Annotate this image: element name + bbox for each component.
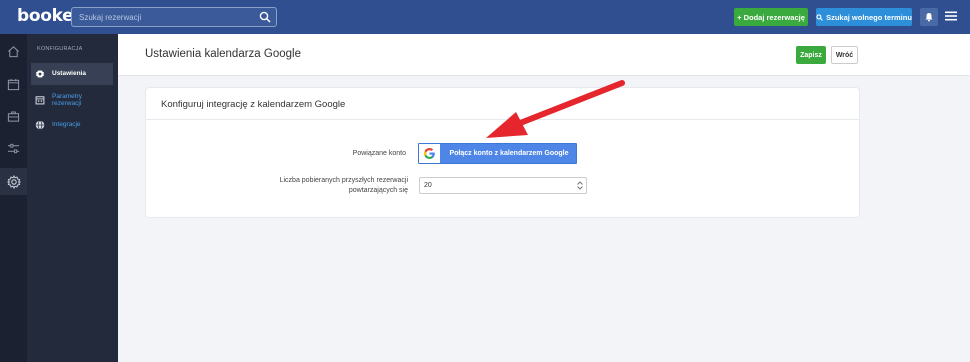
sidebar-item-integracje[interactable]: Integracje bbox=[31, 118, 140, 132]
recurring-count-field[interactable] bbox=[419, 177, 587, 194]
home-icon bbox=[8, 46, 19, 58]
chevron-down-icon[interactable] bbox=[576, 186, 583, 190]
google-logo-box bbox=[419, 144, 440, 163]
linked-account-label: Powiązane konto bbox=[352, 150, 406, 157]
search-input[interactable] bbox=[72, 8, 252, 26]
search-box[interactable] bbox=[71, 7, 277, 27]
sidebar-item-parametry[interactable]: Parametry rezerwacji bbox=[31, 89, 140, 111]
find-slot-button[interactable]: Szukaj wolnego terminu bbox=[816, 8, 912, 26]
rail-settings-sliders[interactable] bbox=[6, 141, 21, 156]
google-integration-card: Konfiguruj integrację z kalendarzem Goog… bbox=[146, 88, 859, 217]
back-button[interactable]: Wróć bbox=[831, 46, 858, 64]
gear-icon bbox=[35, 69, 45, 79]
recurring-count-input[interactable] bbox=[420, 178, 570, 193]
globe-icon bbox=[35, 120, 45, 130]
page-title: Ustawienia kalendarza Google bbox=[145, 48, 301, 60]
sidebar-item-label: Ustawienia bbox=[52, 70, 86, 78]
rail-configuration[interactable] bbox=[0, 168, 27, 195]
sidebar-item-label: Integracje bbox=[52, 121, 81, 129]
sidebar-item-ustawienia[interactable]: Ustawienia bbox=[31, 63, 113, 85]
config-sidebar: KONFIGURACJA Ustawienia Parametry rezerw… bbox=[27, 34, 118, 362]
briefcase-icon bbox=[7, 111, 20, 122]
notifications-button[interactable] bbox=[920, 8, 938, 26]
connect-google-button[interactable]: Połącz konto z kalendarzem Google bbox=[418, 143, 577, 164]
find-slot-label: Szukaj wolnego terminu bbox=[826, 12, 912, 22]
chevron-up-icon[interactable] bbox=[576, 181, 583, 185]
calendar-icon bbox=[35, 95, 45, 105]
search-icon bbox=[816, 13, 823, 21]
add-reservation-button[interactable]: + Dodaj rezerwację bbox=[734, 8, 808, 26]
rail-home[interactable] bbox=[6, 44, 21, 59]
icon-rail bbox=[0, 34, 27, 362]
menu-icon[interactable] bbox=[945, 10, 957, 22]
google-g-icon bbox=[424, 148, 435, 159]
search-icon[interactable] bbox=[259, 11, 271, 23]
recurring-count-label-line1: Liczba pobieranych przyszłych rezerwacji bbox=[279, 177, 408, 184]
card-title: Konfiguruj integrację z kalendarzem Goog… bbox=[161, 99, 346, 110]
calendar-icon bbox=[7, 78, 20, 91]
recurring-count-label: Liczba pobieranych przyszłych rezerwacji… bbox=[251, 176, 408, 195]
bell-icon bbox=[925, 12, 933, 22]
connect-google-label: Połącz konto z kalendarzem Google bbox=[449, 150, 569, 157]
sliders-icon bbox=[7, 143, 20, 154]
gear-icon bbox=[6, 174, 21, 189]
page-header: Ustawienia kalendarza Google Zapisz Wróć bbox=[118, 34, 970, 76]
top-bar: bookero + Dodaj rezerwację Szukaj wolneg… bbox=[0, 0, 970, 34]
rail-services[interactable] bbox=[6, 109, 21, 124]
save-button[interactable]: Zapisz bbox=[796, 46, 826, 64]
recurring-count-label-line2: powtarzających się bbox=[348, 186, 408, 194]
rail-calendar[interactable] bbox=[6, 77, 21, 92]
sidebar-section-title: KONFIGURACJA bbox=[37, 46, 83, 52]
card-header: Konfiguruj integrację z kalendarzem Goog… bbox=[146, 88, 859, 120]
sidebar-item-label: Parametry rezerwacji bbox=[52, 92, 82, 108]
number-stepper[interactable] bbox=[576, 181, 583, 190]
